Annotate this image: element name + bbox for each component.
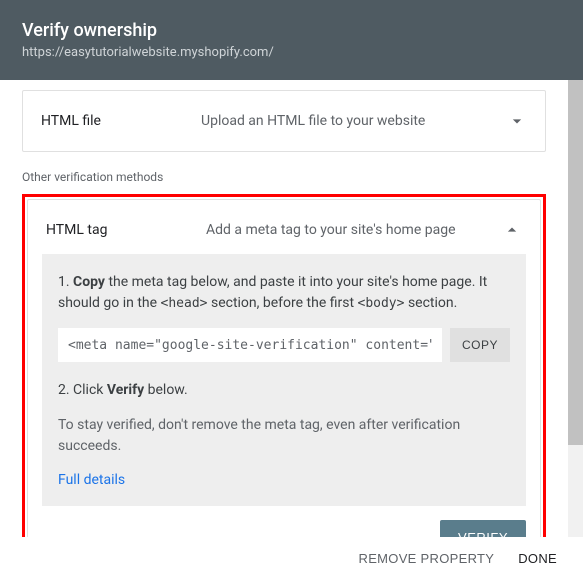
highlight-box: HTML tag Add a meta tag to your site's h… bbox=[22, 194, 546, 543]
scrollbar-track[interactable] bbox=[568, 80, 583, 543]
meta-tag-row: COPY bbox=[58, 328, 510, 362]
other-methods-label: Other verification methods bbox=[22, 170, 546, 184]
method-html-tag-header[interactable]: HTML tag Add a meta tag to your site's h… bbox=[28, 200, 540, 254]
text-bold: Verify bbox=[107, 382, 144, 398]
step-1: 1. Copy the meta tag below, and paste it… bbox=[58, 272, 510, 314]
method-desc: Add a meta tag to your site's home page bbox=[206, 222, 502, 238]
persistence-note: To stay verified, don't remove the meta … bbox=[58, 415, 510, 457]
code-body: <body> bbox=[358, 296, 405, 311]
full-details-link[interactable]: Full details bbox=[58, 472, 125, 488]
chevron-down-icon bbox=[507, 111, 527, 131]
method-name: HTML tag bbox=[46, 222, 206, 238]
dialog-header: Verify ownership https://easytutorialweb… bbox=[0, 0, 583, 80]
dialog-footer: REMOVE PROPERTY DONE bbox=[0, 537, 583, 579]
text: section, before the first bbox=[208, 295, 358, 311]
text: 2. Click bbox=[58, 382, 107, 398]
instructions-panel: 1. Copy the meta tag below, and paste it… bbox=[42, 254, 526, 506]
text: 1. bbox=[58, 274, 73, 290]
code-head: <head> bbox=[161, 296, 208, 311]
method-html-tag: HTML tag Add a meta tag to your site's h… bbox=[27, 199, 541, 543]
copy-button[interactable]: COPY bbox=[450, 328, 510, 362]
text: below. bbox=[144, 382, 188, 398]
chevron-up-icon bbox=[502, 220, 522, 240]
method-name: HTML file bbox=[41, 113, 201, 129]
method-desc: Upload an HTML file to your website bbox=[201, 113, 507, 129]
meta-tag-input[interactable] bbox=[58, 328, 442, 362]
text-bold: Copy bbox=[73, 274, 105, 290]
step-2: 2. Click Verify below. bbox=[58, 380, 510, 401]
dialog-title: Verify ownership bbox=[22, 20, 561, 41]
done-button[interactable]: DONE bbox=[518, 551, 557, 566]
remove-property-button[interactable]: REMOVE PROPERTY bbox=[359, 551, 495, 566]
method-html-file[interactable]: HTML file Upload an HTML file to your we… bbox=[22, 90, 546, 152]
scrollbar-thumb[interactable] bbox=[568, 80, 583, 445]
content-wrap: HTML file Upload an HTML file to your we… bbox=[0, 80, 583, 543]
dialog-url: https://easytutorialwebsite.myshopify.co… bbox=[22, 45, 561, 60]
text: section. bbox=[404, 295, 457, 311]
content: HTML file Upload an HTML file to your we… bbox=[0, 80, 568, 543]
